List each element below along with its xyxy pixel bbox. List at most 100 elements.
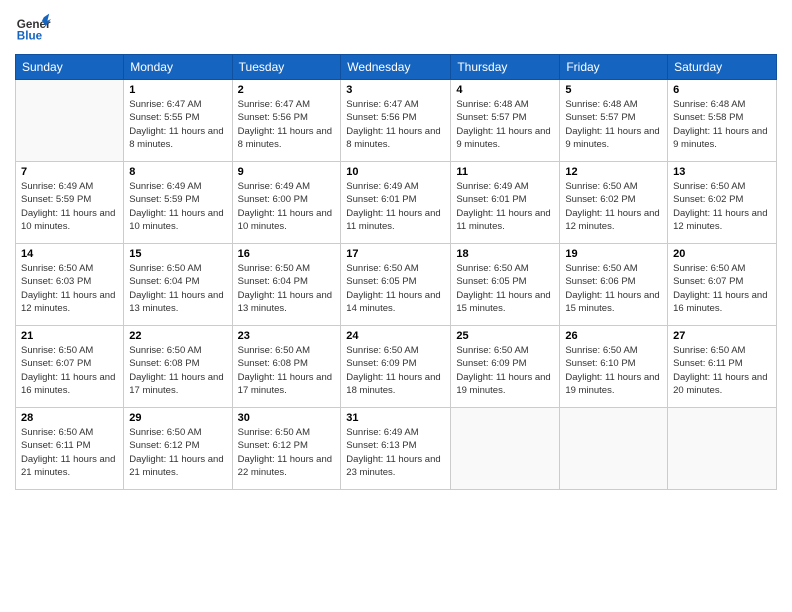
day-number: 18: [456, 248, 554, 260]
calendar-cell: 3 Sunrise: 6:47 AMSunset: 5:56 PMDaylight…: [341, 80, 451, 162]
day-number: 23: [238, 330, 336, 342]
header: General Blue: [15, 10, 777, 46]
week-row-1: 1 Sunrise: 6:47 AMSunset: 5:55 PMDaylight…: [16, 80, 777, 162]
calendar-cell: [451, 408, 560, 490]
day-number: 12: [565, 166, 662, 178]
day-number: 28: [21, 412, 118, 424]
day-number: 16: [238, 248, 336, 260]
day-number: 13: [673, 166, 771, 178]
day-number: 24: [346, 330, 445, 342]
logo: General Blue: [15, 10, 51, 46]
weekday-header-thursday: Thursday: [451, 55, 560, 80]
day-info: Sunrise: 6:50 AMSunset: 6:05 PMDaylight:…: [456, 262, 554, 315]
day-info: Sunrise: 6:47 AMSunset: 5:56 PMDaylight:…: [238, 98, 336, 151]
week-row-3: 14Sunrise: 6:50 AMSunset: 6:03 PMDayligh…: [16, 244, 777, 326]
day-info: Sunrise: 6:48 AMSunset: 5:57 PMDaylight:…: [456, 98, 554, 151]
day-number: 31: [346, 412, 445, 424]
calendar-cell: 26 Sunrise: 6:50 AMSunset: 6:10 PMDayligh…: [560, 326, 668, 408]
day-info: Sunrise: 6:49 AMSunset: 5:59 PMDaylight:…: [129, 180, 226, 233]
weekday-header-friday: Friday: [560, 55, 668, 80]
day-info: Sunrise: 6:50 AMSunset: 6:09 PMDaylight:…: [456, 344, 554, 397]
page-container: General Blue SundayMondayTuesdayWednesda…: [0, 0, 792, 495]
day-info: Sunrise: 6:50 AMSunset: 6:04 PMDaylight:…: [129, 262, 226, 315]
day-number: 17: [346, 248, 445, 260]
calendar-cell: 13 Sunrise: 6:50 AMSunset: 6:02 PMDayligh…: [668, 162, 777, 244]
day-info: Sunrise: 6:47 AMSunset: 5:55 PMDaylight:…: [129, 98, 226, 151]
calendar-cell: 25Sunrise: 6:50 AMSunset: 6:09 PMDayligh…: [451, 326, 560, 408]
day-info: Sunrise: 6:50 AMSunset: 6:04 PMDaylight:…: [238, 262, 336, 315]
day-info: Sunrise: 6:49 AMSunset: 6:00 PMDaylight:…: [238, 180, 336, 233]
calendar-cell: 2 Sunrise: 6:47 AMSunset: 5:56 PMDaylight…: [232, 80, 341, 162]
calendar-cell: 1 Sunrise: 6:47 AMSunset: 5:55 PMDaylight…: [124, 80, 232, 162]
calendar-cell: 23Sunrise: 6:50 AMSunset: 6:08 PMDayligh…: [232, 326, 341, 408]
day-info: Sunrise: 6:48 AMSunset: 5:57 PMDaylight:…: [565, 98, 662, 151]
calendar-cell: 30 Sunrise: 6:50 AMSunset: 6:12 PMDayligh…: [232, 408, 341, 490]
weekday-header-saturday: Saturday: [668, 55, 777, 80]
calendar-cell: 31 Sunrise: 6:49 AMSunset: 6:13 PMDayligh…: [341, 408, 451, 490]
day-info: Sunrise: 6:49 AMSunset: 6:01 PMDaylight:…: [346, 180, 445, 233]
calendar-cell: 18 Sunrise: 6:50 AMSunset: 6:05 PMDayligh…: [451, 244, 560, 326]
day-info: Sunrise: 6:50 AMSunset: 6:07 PMDaylight:…: [673, 262, 771, 315]
day-number: 6: [673, 84, 771, 96]
day-number: 10: [346, 166, 445, 178]
day-number: 8: [129, 166, 226, 178]
day-number: 21: [21, 330, 118, 342]
day-info: Sunrise: 6:50 AMSunset: 6:02 PMDaylight:…: [565, 180, 662, 233]
day-number: 15: [129, 248, 226, 260]
day-info: Sunrise: 6:50 AMSunset: 6:11 PMDaylight:…: [21, 426, 118, 479]
day-info: Sunrise: 6:50 AMSunset: 6:07 PMDaylight:…: [21, 344, 118, 397]
day-info: Sunrise: 6:47 AMSunset: 5:56 PMDaylight:…: [346, 98, 445, 151]
day-number: 1: [129, 84, 226, 96]
day-info: Sunrise: 6:50 AMSunset: 6:10 PMDaylight:…: [565, 344, 662, 397]
weekday-header-monday: Monday: [124, 55, 232, 80]
calendar-cell: 10 Sunrise: 6:49 AMSunset: 6:01 PMDayligh…: [341, 162, 451, 244]
calendar-cell: 8 Sunrise: 6:49 AMSunset: 5:59 PMDaylight…: [124, 162, 232, 244]
calendar-cell: [560, 408, 668, 490]
day-number: 11: [456, 166, 554, 178]
day-info: Sunrise: 6:50 AMSunset: 6:06 PMDaylight:…: [565, 262, 662, 315]
calendar-cell: 9 Sunrise: 6:49 AMSunset: 6:00 PMDaylight…: [232, 162, 341, 244]
calendar-cell: 28 Sunrise: 6:50 AMSunset: 6:11 PMDayligh…: [16, 408, 124, 490]
day-info: Sunrise: 6:50 AMSunset: 6:12 PMDaylight:…: [238, 426, 336, 479]
calendar-cell: 11 Sunrise: 6:49 AMSunset: 6:01 PMDayligh…: [451, 162, 560, 244]
day-info: Sunrise: 6:50 AMSunset: 6:02 PMDaylight:…: [673, 180, 771, 233]
calendar-cell: [668, 408, 777, 490]
day-number: 5: [565, 84, 662, 96]
calendar-table: SundayMondayTuesdayWednesdayThursdayFrid…: [15, 54, 777, 490]
day-number: 9: [238, 166, 336, 178]
day-info: Sunrise: 6:49 AMSunset: 6:01 PMDaylight:…: [456, 180, 554, 233]
day-number: 29: [129, 412, 226, 424]
day-number: 22: [129, 330, 226, 342]
calendar-cell: 20 Sunrise: 6:50 AMSunset: 6:07 PMDayligh…: [668, 244, 777, 326]
day-number: 19: [565, 248, 662, 260]
day-info: Sunrise: 6:49 AMSunset: 6:13 PMDaylight:…: [346, 426, 445, 479]
calendar-cell: 21 Sunrise: 6:50 AMSunset: 6:07 PMDayligh…: [16, 326, 124, 408]
day-number: 2: [238, 84, 336, 96]
calendar-cell: 14Sunrise: 6:50 AMSunset: 6:03 PMDayligh…: [16, 244, 124, 326]
day-info: Sunrise: 6:50 AMSunset: 6:12 PMDaylight:…: [129, 426, 226, 479]
day-number: 26: [565, 330, 662, 342]
day-number: 30: [238, 412, 336, 424]
calendar-cell: 29 Sunrise: 6:50 AMSunset: 6:12 PMDayligh…: [124, 408, 232, 490]
day-info: Sunrise: 6:50 AMSunset: 6:11 PMDaylight:…: [673, 344, 771, 397]
day-info: Sunrise: 6:50 AMSunset: 6:08 PMDaylight:…: [129, 344, 226, 397]
day-info: Sunrise: 6:48 AMSunset: 5:58 PMDaylight:…: [673, 98, 771, 151]
day-info: Sunrise: 6:49 AMSunset: 5:59 PMDaylight:…: [21, 180, 118, 233]
calendar-cell: 16 Sunrise: 6:50 AMSunset: 6:04 PMDayligh…: [232, 244, 341, 326]
weekday-header-wednesday: Wednesday: [341, 55, 451, 80]
logo-icon: General Blue: [15, 10, 51, 46]
weekday-header-row: SundayMondayTuesdayWednesdayThursdayFrid…: [16, 55, 777, 80]
day-number: 3: [346, 84, 445, 96]
calendar-cell: [16, 80, 124, 162]
calendar-cell: 6 Sunrise: 6:48 AMSunset: 5:58 PMDaylight…: [668, 80, 777, 162]
week-row-5: 28 Sunrise: 6:50 AMSunset: 6:11 PMDayligh…: [16, 408, 777, 490]
day-number: 27: [673, 330, 771, 342]
week-row-4: 21 Sunrise: 6:50 AMSunset: 6:07 PMDayligh…: [16, 326, 777, 408]
day-number: 4: [456, 84, 554, 96]
svg-text:Blue: Blue: [17, 30, 43, 43]
day-number: 20: [673, 248, 771, 260]
weekday-header-tuesday: Tuesday: [232, 55, 341, 80]
calendar-cell: 7Sunrise: 6:49 AMSunset: 5:59 PMDaylight…: [16, 162, 124, 244]
calendar-cell: 24Sunrise: 6:50 AMSunset: 6:09 PMDayligh…: [341, 326, 451, 408]
calendar-cell: 12 Sunrise: 6:50 AMSunset: 6:02 PMDayligh…: [560, 162, 668, 244]
